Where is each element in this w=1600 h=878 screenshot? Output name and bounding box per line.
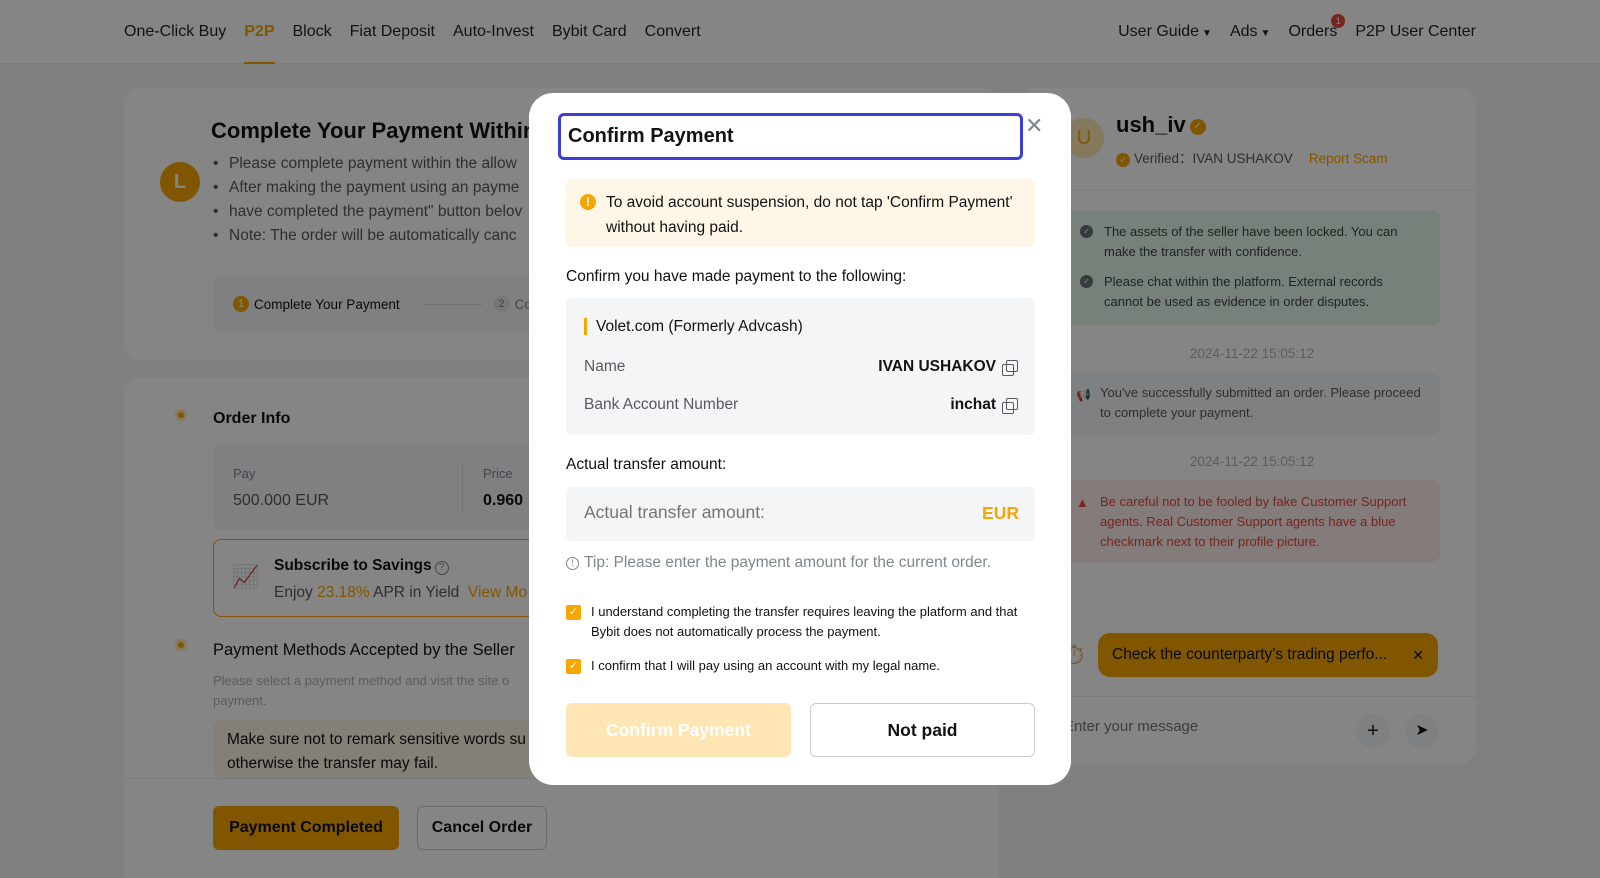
info-icon: !: [566, 557, 579, 570]
name-value: IVAN USHAKOV: [878, 358, 996, 375]
amount-input[interactable]: [584, 502, 944, 523]
account-label: Bank Account Number: [584, 396, 739, 413]
modal-title: Confirm Payment: [558, 113, 1023, 160]
name-value-row: IVAN USHAKOV: [878, 358, 1018, 376]
close-icon[interactable]: ✕: [1025, 115, 1043, 137]
suspension-warning: ! To avoid account suspension, do not ta…: [566, 179, 1035, 247]
amount-label: Actual transfer amount:: [566, 456, 727, 473]
copy-icon[interactable]: [1002, 359, 1018, 376]
confirm-payment-modal: Confirm Payment ✕ ! To avoid account sus…: [529, 93, 1071, 785]
checkbox-checked-icon[interactable]: ✓: [566, 605, 581, 620]
copy-icon[interactable]: [1002, 397, 1018, 414]
name-label: Name: [584, 358, 626, 375]
amount-currency: EUR: [982, 503, 1019, 523]
amount-tip: ! Tip: Please enter the payment amount fo…: [566, 554, 991, 572]
amount-field: EUR: [566, 487, 1035, 541]
account-value-row: inchat: [950, 396, 1018, 414]
confirm-instruction: Confirm you have made payment to the fol…: [566, 268, 907, 285]
confirm-payment-button[interactable]: Confirm Payment: [566, 703, 791, 757]
checkbox-checked-icon[interactable]: ✓: [566, 659, 581, 674]
not-paid-button[interactable]: Not paid: [810, 703, 1035, 757]
exclamation-icon: !: [580, 194, 596, 210]
payment-method-name: Volet.com (Formerly Advcash): [584, 318, 803, 335]
acknowledge-transfer-checkbox-row[interactable]: ✓ I understand completing the transfer r…: [566, 602, 1035, 642]
account-value: inchat: [950, 396, 996, 413]
legal-name-checkbox-row[interactable]: ✓ I confirm that I will pay using an acc…: [566, 656, 1035, 676]
payee-details: Volet.com (Formerly Advcash) Name IVAN U…: [566, 298, 1035, 435]
